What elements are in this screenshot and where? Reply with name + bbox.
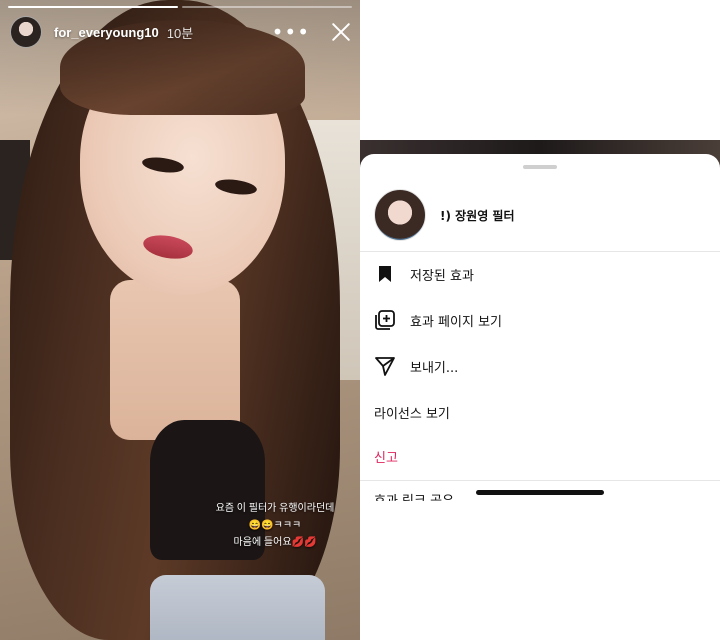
story-viewer[interactable]: for_everyoung10 10분 ••• 요즘 이 필터가 유행이라던데 …: [0, 0, 360, 640]
menu-item-share-effect-link[interactable]: 효과 링크 공유: [374, 489, 454, 501]
progress-segment-complete: [8, 6, 178, 8]
effect-options-screen: !) 장원영 필터 저장된 효과 효과 페이지 보기 보내기... 라이선스 보…: [360, 0, 720, 640]
menu-item-label: 신고: [374, 450, 398, 466]
menu-item-label: 라이선스 보기: [374, 406, 450, 422]
effect-avatar[interactable]: [374, 189, 426, 241]
menu-item-label: 보내기...: [410, 360, 459, 376]
menu-item-view-effect-page[interactable]: 효과 페이지 보기: [360, 298, 720, 342]
screenshot-root: for_everyoung10 10분 ••• 요즘 이 필터가 유행이라던데 …: [0, 0, 720, 640]
story-header: for_everyoung10 10분 •••: [10, 16, 352, 48]
divider: [360, 480, 720, 481]
post-time: 10분: [166, 25, 194, 41]
bookmark-icon: [374, 263, 396, 285]
caption-line: 마음에 들어요💋💋: [233, 537, 317, 548]
more-options-icon[interactable]: •••: [272, 20, 310, 44]
effect-header[interactable]: !) 장원영 필터: [360, 182, 720, 248]
avatar[interactable]: [10, 16, 42, 48]
bottom-sheet: !) 장원영 필터 저장된 효과 효과 페이지 보기 보내기... 라이선스 보…: [360, 154, 720, 640]
menu-item-saved-effects[interactable]: 저장된 효과: [360, 252, 720, 296]
menu-item-label: 효과 페이지 보기: [410, 314, 502, 330]
menu-item-report[interactable]: 신고: [360, 434, 720, 478]
send-icon: [374, 355, 396, 377]
home-indicator: [476, 490, 604, 495]
menu-item-send[interactable]: 보내기...: [360, 344, 720, 388]
menu-item-label: 저장된 효과: [410, 268, 474, 284]
progress-segment-pending: [182, 6, 352, 8]
effect-name[interactable]: !) 장원영 필터: [440, 207, 515, 224]
username[interactable]: for_everyoung10: [54, 25, 159, 40]
add-square-icon: [374, 309, 396, 331]
story-progress-bar: [8, 6, 352, 8]
caption-line: 요즘 이 필터가 유행이라던데: [215, 503, 335, 514]
caption-line: 😄😄ㅋㅋㅋ: [248, 520, 302, 531]
story-caption: 요즘 이 필터가 유행이라던데 😄😄ㅋㅋㅋ 마음에 들어요💋💋: [200, 500, 350, 551]
sheet-grabber-handle[interactable]: [523, 165, 557, 169]
close-icon[interactable]: [330, 21, 352, 43]
blank-area: [360, 0, 720, 140]
menu-item-view-license[interactable]: 라이선스 보기: [360, 390, 720, 434]
